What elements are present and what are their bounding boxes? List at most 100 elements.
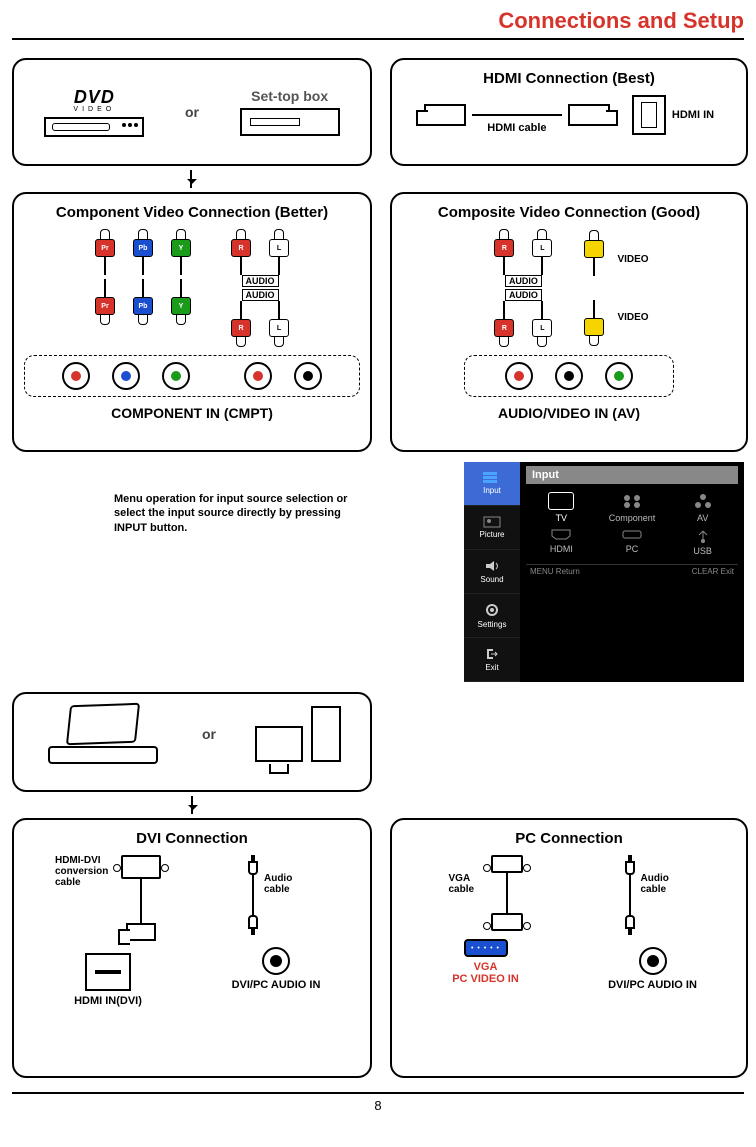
composite-connection-box: Composite Video Connection (Good) R L AU… [390, 192, 748, 452]
page-footer: 8 [12, 1092, 744, 1113]
dvi-title: DVI Connection [24, 830, 360, 847]
vga-cable-label: VGAcable [449, 873, 485, 895]
pc-audio-label: DVI/PC AUDIO IN [608, 979, 697, 991]
component-title: Component Video Connection (Better) [24, 204, 360, 221]
dvi-cable-label: HDMI-DVIconversioncable [55, 855, 115, 888]
component-jack-panel [24, 355, 360, 397]
osd-input-pc[interactable]: PC [601, 527, 664, 556]
osd-side-exit[interactable]: Exit [464, 638, 520, 682]
page-title: Connections and Setup [12, 8, 744, 34]
set-top-box-graphic: Set-top box [240, 88, 340, 136]
usb-icon [693, 527, 713, 543]
title-bar: Connections and Setup [12, 0, 744, 40]
audio-cable-label: Audiocable [264, 873, 304, 895]
hdmi-cable-line: HDMI cable [472, 114, 562, 116]
hdmi-plug-icon [126, 923, 156, 941]
audio-cable-label: Audiocable [641, 873, 681, 895]
audio-jack-icon [639, 947, 667, 975]
or-label: or [185, 104, 199, 120]
hdmi-in-label: HDMI IN [672, 109, 714, 121]
video-label: VIDEO [617, 312, 648, 323]
dvd-logo: DVD [74, 87, 115, 108]
osd-input-hdmi[interactable]: HDMI [530, 527, 593, 556]
jack-red [244, 362, 272, 390]
osd-side-picture[interactable]: Picture [464, 506, 520, 550]
source-devices-box: DVD VIDEO or Set-top box [12, 58, 372, 166]
vga-port-icon [464, 939, 508, 957]
osd-input-tv[interactable]: TV [530, 492, 593, 523]
dvi-connector-icon [121, 855, 161, 879]
or-label: or [202, 726, 216, 742]
audio-tag: AUDIO [242, 275, 279, 287]
dvi-pc-audio-label: DVI/PC AUDIO IN [232, 979, 321, 991]
audio-plug-icon [248, 915, 258, 929]
composite-panel-caption: AUDIO/VIDEO IN (AV) [402, 405, 736, 421]
jack-green [162, 362, 190, 390]
desktop-pc-icon [255, 706, 341, 762]
hdmi-port-icon [632, 95, 666, 135]
component-connection-box: Component Video Connection (Better) Pr P… [12, 192, 372, 452]
osd-side-settings[interactable]: Settings [464, 594, 520, 638]
audio-tag: AUDIO [505, 275, 542, 287]
pc-connection-box: PC Connection VGAcable VGAPC VIDEO IN [390, 818, 748, 1078]
hdmi-dvi-port-icon [85, 953, 131, 991]
osd-input-component[interactable]: Component [601, 492, 664, 523]
component-icon [619, 492, 645, 510]
hdmi-icon [548, 527, 574, 541]
pc-conn-title: PC Connection [402, 830, 736, 847]
jack-white [555, 362, 583, 390]
hdmi-plug-icon [568, 104, 610, 126]
osd-sidebar: Input Picture Sound Settings [464, 462, 520, 682]
stb-label: Set-top box [251, 88, 328, 104]
exit-icon [485, 647, 499, 661]
component-panel-caption: COMPONENT IN (CMPT) [24, 405, 360, 421]
hdmi-connection-box: HDMI Connection (Best) HDMI cable HDMI I… [390, 58, 748, 166]
vga-connector-icon [491, 913, 523, 931]
osd-footer: MENU Return CLEAR Exit [526, 564, 738, 578]
osd-header: Input [526, 466, 738, 484]
dvi-connection-box: DVI Connection HDMI-DVIconversioncable [12, 818, 372, 1078]
hdmi-title: HDMI Connection (Best) [402, 70, 736, 87]
jack-blue [112, 362, 140, 390]
video-label: VIDEO [617, 254, 648, 265]
pc-icon [619, 527, 645, 541]
arrow-down-icon [191, 796, 193, 814]
jack-white [294, 362, 322, 390]
hdmi-in-dvi-label: HDMI IN(DVI) [74, 995, 142, 1007]
audio-plug-icon [625, 861, 635, 875]
composite-video-cable: VIDEO VIDEO [579, 230, 648, 346]
page-number: 8 [374, 1098, 381, 1113]
sound-icon [484, 559, 500, 573]
osd-side-input[interactable]: Input [464, 462, 520, 506]
component-audio-cables: R L AUDIO AUDIO R L [226, 229, 294, 347]
vga-port-label: VGAPC VIDEO IN [452, 961, 519, 985]
jack-yellow [605, 362, 633, 390]
hdmi-cable-label: HDMI cable [487, 122, 546, 134]
osd-input-av[interactable]: AV [671, 492, 734, 523]
hdmi-plug-icon [424, 104, 466, 126]
picture-icon [483, 516, 501, 528]
audio-tag: AUDIO [505, 289, 542, 301]
audio-jack-icon [262, 947, 290, 975]
arrow-down-icon [190, 170, 192, 188]
osd-menu: Input Picture Sound Settings [464, 462, 744, 682]
jack-red [62, 362, 90, 390]
av-icon [690, 492, 716, 510]
composite-jack-panel [464, 355, 674, 397]
osd-side-sound[interactable]: Sound [464, 550, 520, 594]
audio-plug-icon [625, 915, 635, 929]
component-video-cables: Pr Pb Y Pr Pb Y [90, 229, 196, 347]
composite-title: Composite Video Connection (Good) [402, 204, 736, 221]
audio-plug-icon [248, 861, 258, 875]
dvd-player-graphic: DVD VIDEO [44, 87, 144, 137]
osd-input-usb[interactable]: USB [671, 527, 734, 556]
audio-tag: AUDIO [242, 289, 279, 301]
gear-icon [484, 602, 500, 618]
laptop-icon [43, 704, 163, 764]
composite-audio-cables: R L AUDIO AUDIO R L [489, 229, 557, 347]
pc-source-box: or [12, 692, 372, 792]
input-icon [483, 472, 501, 484]
input-selection-note: Menu operation for input source selectio… [114, 492, 364, 535]
jack-red [505, 362, 533, 390]
vga-connector-icon [491, 855, 523, 873]
